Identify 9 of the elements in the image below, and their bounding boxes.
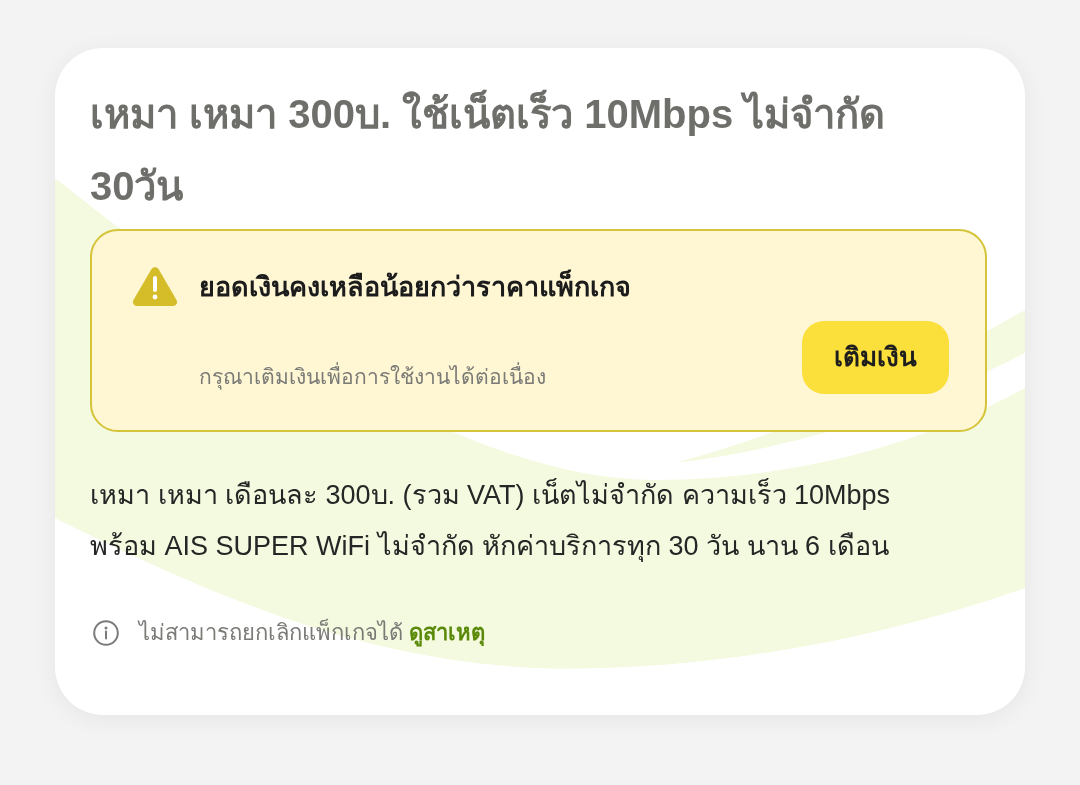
alert-message: กรุณาเติมเงินเพื่อการใช้งานได้ต่อเนื่อง <box>199 362 546 392</box>
alert-heading: ยอดเงินคงเหลือน้อยกว่าราคาแพ็กเกจ <box>199 264 631 310</box>
top-up-button[interactable]: เติมเงิน <box>802 321 949 394</box>
see-reason-link[interactable]: ดูสาเหตุ <box>409 620 486 645</box>
warning-icon <box>132 266 178 306</box>
package-description: เหมา เหมา เดือนละ 300บ. (รวม VAT) เน็ตไม่จำกัด ความเร็ว 10Mbps พร้อม AIS SUPER WiFi ไม่จำกัด หักค่าบริการทุก 30 วัน นาน 6 เดือน <box>90 477 892 564</box>
note-text: ไม่สามารถยกเลิกแพ็กเกจได้ ดูสาเหตุ <box>139 618 486 648</box>
info-icon <box>93 620 119 646</box>
package-title: เหมา เหมา 300บ. ใช้เน็ตเร็ว 10Mbps ไม่จำกัด 30วัน <box>90 78 920 222</box>
